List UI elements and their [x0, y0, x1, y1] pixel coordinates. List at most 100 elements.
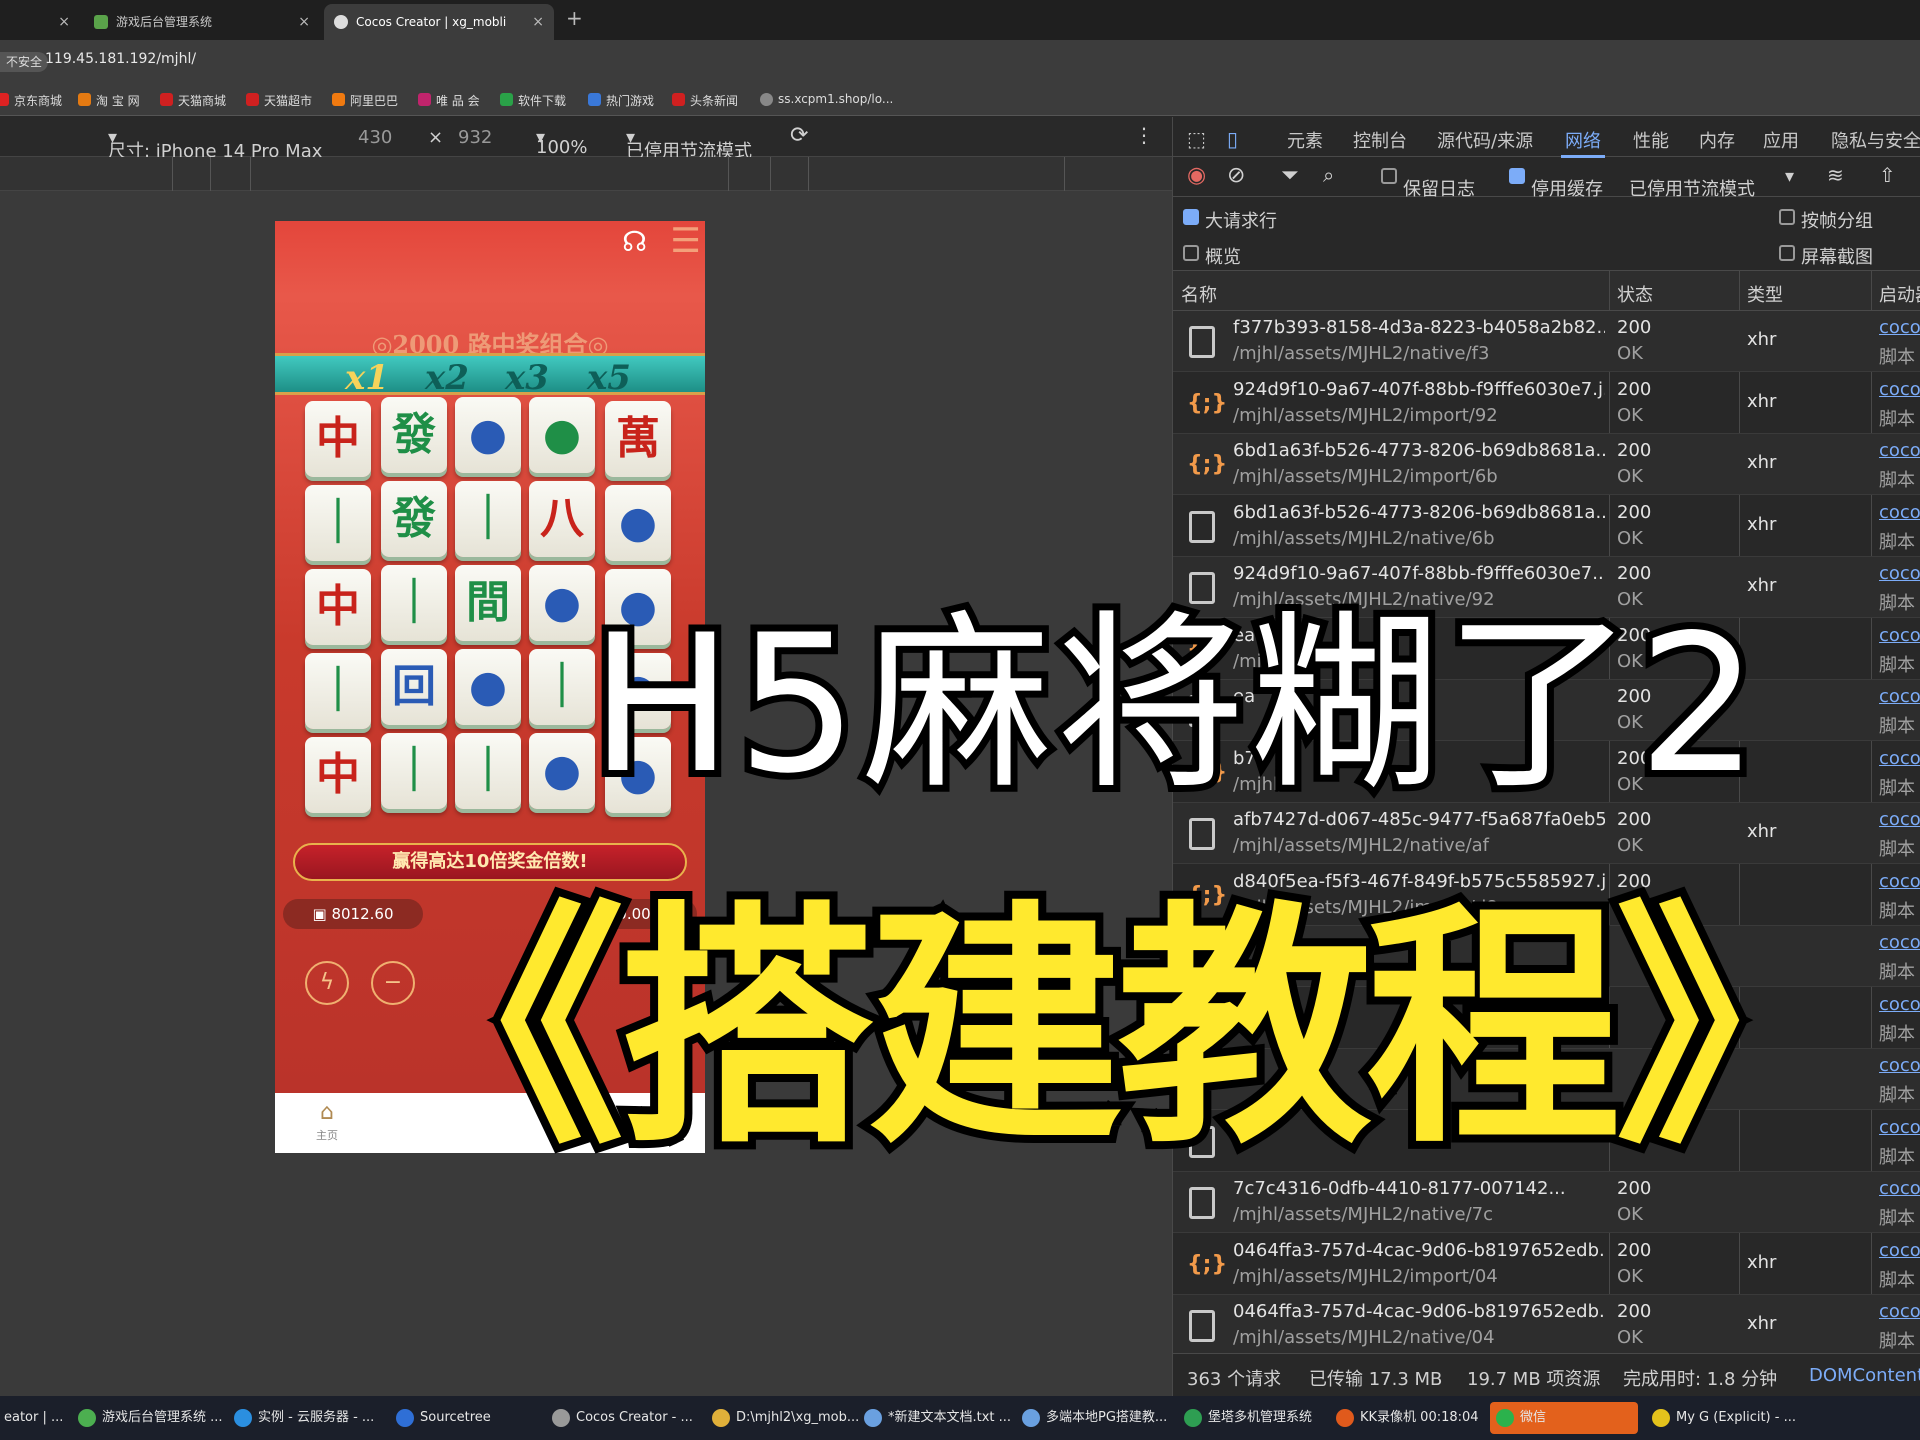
bookmark-item[interactable]: 天猫超市	[246, 92, 312, 109]
browser-tab-1[interactable]: 游戏后台管理系统 ×	[84, 4, 320, 40]
request-initiator-link[interactable]: coco	[1879, 563, 1920, 584]
new-tab-button[interactable]: +	[566, 6, 583, 30]
browser-tab-0[interactable]: ×	[0, 4, 80, 40]
tab-privacy[interactable]: 隐私与安全	[1831, 127, 1920, 153]
overview-checkbox[interactable]: 概览	[1183, 243, 1241, 268]
inspect-icon[interactable]: ⬚	[1187, 127, 1206, 151]
taskbar-item[interactable]: 多端本地PG搭建教...	[1016, 1402, 1174, 1434]
request-initiator-link[interactable]: coco	[1879, 1055, 1920, 1076]
record-icon[interactable]: ◉	[1187, 163, 1206, 188]
taskbar-item[interactable]: 实例 - 云服务器 - ...	[228, 1402, 376, 1434]
tab-memory[interactable]: 内存	[1699, 127, 1735, 153]
request-initiator-link[interactable]: coco	[1879, 686, 1920, 707]
group-by-frame-checkbox[interactable]: 按帧分组	[1779, 207, 1873, 232]
request-initiator-link[interactable]: coco	[1879, 317, 1920, 338]
request-row[interactable]: 6bd1a63f-b526-4773-8206-b69db8681a... /mj…	[1173, 496, 1920, 557]
disable-cache-checkbox[interactable]: 停用缓存	[1509, 166, 1603, 200]
bookmark-item[interactable]: 京东商城	[0, 92, 62, 109]
screenshots-checkbox[interactable]: 屏幕截图	[1779, 243, 1873, 268]
insecure-badge[interactable]: 不安全	[0, 52, 49, 72]
taskbar-item[interactable]: eator | ...	[0, 1402, 63, 1434]
bookmark-item[interactable]: 热门游戏	[588, 92, 654, 109]
taskbar-item[interactable]: Cocos Creator - ...	[546, 1402, 712, 1434]
request-initiator-link[interactable]: coco	[1879, 809, 1920, 830]
tab-sources[interactable]: 源代码/来源	[1437, 127, 1533, 153]
throttle-select[interactable]: 已停用节流模式 ▾	[626, 127, 752, 162]
column-type[interactable]: 类型	[1747, 281, 1783, 307]
request-initiator-link[interactable]: coco	[1879, 748, 1920, 769]
tab-network[interactable]: 网络	[1561, 127, 1605, 158]
taskbar-item[interactable]: 堡塔多机管理系统	[1178, 1402, 1320, 1434]
dom-content-loaded: DOMContent	[1809, 1365, 1920, 1386]
bookmark-item[interactable]: 阿里巴巴	[332, 92, 398, 109]
big-rows-checkbox[interactable]: 大请求行	[1183, 207, 1277, 232]
height-input[interactable]: 932	[458, 127, 492, 148]
bookmark-item[interactable]: 天猫商城	[160, 92, 226, 109]
preserve-log-checkbox[interactable]: 保留日志	[1381, 166, 1475, 200]
more-options-icon[interactable]: ⋮	[1134, 123, 1154, 147]
request-initiator-link[interactable]: coco	[1879, 871, 1920, 892]
bookmark-item[interactable]: 软件下载	[500, 92, 566, 109]
browser-tab-active[interactable]: Cocos Creator | xg_mobli ×	[324, 4, 554, 40]
clear-icon[interactable]: ⊘	[1227, 163, 1245, 188]
filter-icon[interactable]: ⏷	[1281, 163, 1299, 188]
request-row[interactable]: f377b393-8158-4d3a-8223-b4058a2b82... /mj…	[1173, 311, 1920, 372]
request-initiator-link[interactable]: coco	[1879, 994, 1920, 1015]
taskbar-item[interactable]: 微信	[1490, 1402, 1638, 1434]
request-name: 6bd1a63f-b526-4773-8206-b69db8681a...	[1233, 440, 1605, 461]
taskbar-item[interactable]: KK录像机 00:18:04	[1330, 1402, 1484, 1434]
menu-icon[interactable]: ☰	[671, 221, 701, 261]
network-conditions-icon[interactable]: ≋	[1827, 163, 1844, 187]
request-initiator-link[interactable]: coco	[1879, 1240, 1920, 1261]
nav-home[interactable]: ⌂ 主页	[297, 1099, 357, 1143]
taskbar-item[interactable]: Sourcetree	[390, 1402, 512, 1434]
request-row[interactable]: 0464ffa3-757d-4cac-9d06-b8197652edb... /m…	[1173, 1295, 1920, 1353]
request-path: /mjhl/assets/MJHL2/native/04	[1233, 1327, 1495, 1348]
support-icon[interactable]: ☊	[622, 225, 647, 258]
column-status[interactable]: 状态	[1617, 281, 1653, 307]
close-tab-icon[interactable]: ×	[532, 4, 544, 40]
request-row[interactable]: 7c7c4316-0dfb-4410-8177-007142... /mjhl/a…	[1173, 1172, 1920, 1233]
import-icon[interactable]: ⇧	[1879, 163, 1896, 187]
search-icon[interactable]: ⌕	[1323, 163, 1334, 187]
app-icon	[1022, 1409, 1040, 1427]
request-initiator-link[interactable]: coco	[1879, 440, 1920, 461]
request-initiator-link[interactable]: coco	[1879, 1301, 1920, 1322]
device-select[interactable]: 尺寸: iPhone 14 Pro Max ▾	[108, 127, 322, 162]
tab-performance[interactable]: 性能	[1633, 127, 1669, 153]
close-tab-icon[interactable]: ×	[298, 4, 310, 40]
request-initiator-link[interactable]: coco	[1879, 1117, 1920, 1138]
bookmark-item[interactable]: 头条新闻	[672, 92, 738, 109]
chevron-down-icon[interactable]: ▾	[1785, 166, 1794, 187]
request-initiator-link[interactable]: coco	[1879, 625, 1920, 646]
close-tab-icon[interactable]: ×	[58, 4, 70, 40]
tab-elements[interactable]: 元素	[1287, 127, 1323, 153]
bookmark-item[interactable]: 唯 品 会	[418, 92, 480, 109]
request-initiator-link[interactable]: coco	[1879, 502, 1920, 523]
bookmark-item[interactable]: 淘 宝 网	[78, 92, 140, 109]
taskbar-item[interactable]: D:\mjhl2\xg_mob...	[706, 1402, 859, 1434]
mahjong-tile: ｜	[455, 733, 521, 809]
column-name[interactable]: 名称	[1181, 281, 1217, 307]
column-initiator[interactable]: 启动器	[1879, 281, 1920, 307]
tab-application[interactable]: 应用	[1763, 127, 1799, 153]
rotate-icon[interactable]: ⟳	[790, 123, 808, 148]
request-initiator-link[interactable]: coco	[1879, 1178, 1920, 1199]
request-row[interactable]: {;} 6bd1a63f-b526-4773-8206-b69db8681a...…	[1173, 434, 1920, 495]
request-row[interactable]: {;} 924d9f10-9a67-407f-88bb-f9fffe6030e7.…	[1173, 373, 1920, 434]
taskbar-item[interactable]: *新建文本文档.txt ...	[858, 1402, 1011, 1434]
request-initiator-link[interactable]: coco	[1879, 932, 1920, 953]
bookmark-item[interactable]: ss.xcpm1.shop/lo...	[760, 92, 893, 106]
device-mode-icon[interactable]: ▯	[1227, 127, 1238, 151]
request-row[interactable]: {;} 0464ffa3-757d-4cac-9d06-b8197652edb..…	[1173, 1234, 1920, 1295]
mahjong-tile: ●	[529, 565, 595, 641]
width-input[interactable]: 430	[358, 127, 392, 148]
taskbar-item[interactable]: My G (Explicit) - ...	[1646, 1402, 1796, 1434]
request-initiator-link[interactable]: coco	[1879, 379, 1920, 400]
zoom-select[interactable]: 100% ▾	[536, 127, 587, 158]
turbo-button[interactable]: ϟ	[305, 961, 349, 1005]
request-initiator-type: 脚本	[1879, 962, 1915, 983]
taskbar-item[interactable]: 游戏后台管理系统 ...	[72, 1402, 223, 1434]
tab-console[interactable]: 控制台	[1353, 127, 1407, 153]
url-field[interactable]: 119.45.181.192/mjhl/	[45, 51, 196, 67]
